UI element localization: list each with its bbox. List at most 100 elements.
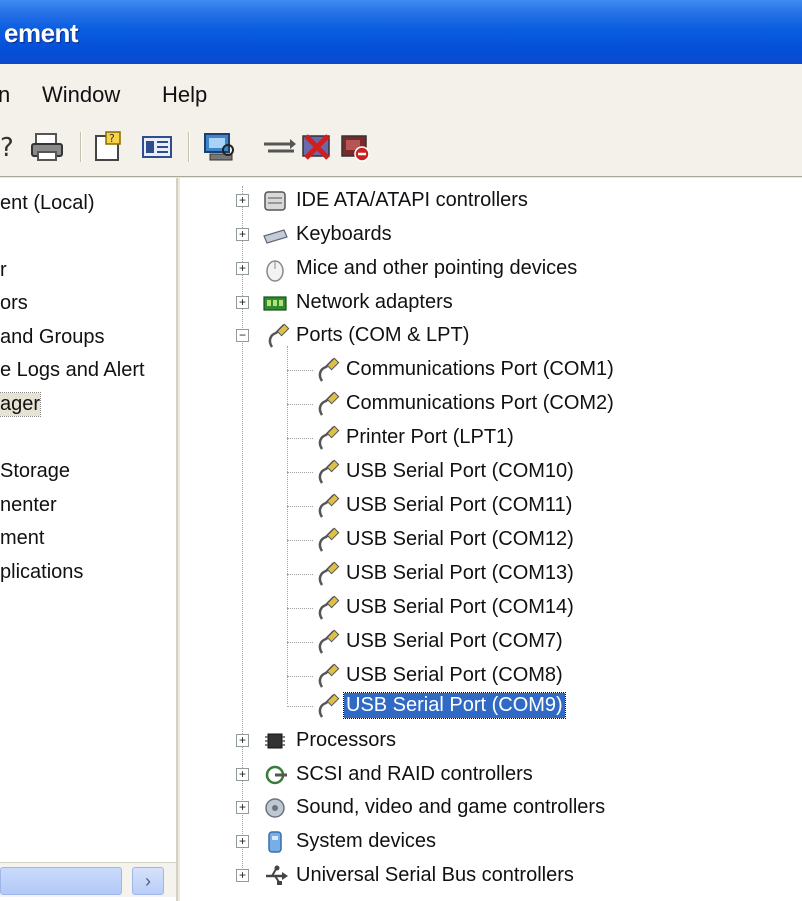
port-icon — [314, 391, 340, 417]
port-item-com13[interactable]: USB Serial Port (COM13) — [180, 559, 800, 589]
device-tree-pane: + IDE ATA/ATAPI controllers + Keyboards … — [180, 178, 802, 901]
port-icon — [314, 527, 340, 553]
sound-icon — [262, 795, 288, 821]
expand-icon[interactable]: + — [236, 262, 249, 275]
tree-row[interactable]: − Ports (COM & LPT) — [180, 321, 800, 351]
port-item-com7[interactable]: USB Serial Port (COM7) — [180, 627, 800, 657]
expand-icon[interactable]: + — [236, 869, 249, 882]
expand-icon[interactable]: + — [236, 734, 249, 747]
title-bar[interactable]: ement — [0, 0, 802, 64]
port-item-com8[interactable]: USB Serial Port (COM8) — [180, 661, 800, 691]
port-icon — [314, 693, 340, 719]
toolbar: ? ? — [0, 120, 802, 177]
tree-label: Network adapters — [296, 291, 453, 313]
port-icon — [314, 595, 340, 621]
menu-item-action[interactable]: n — [0, 82, 10, 108]
tree-label: Mice and other pointing devices — [296, 257, 578, 279]
network-adapter-icon — [262, 290, 288, 316]
port-item-com2[interactable]: Communications Port (COM2) — [180, 389, 800, 419]
tree-connector-line — [287, 370, 313, 371]
scroll-right-arrow-icon[interactable]: › — [132, 867, 164, 895]
keyboard-icon — [262, 222, 288, 248]
scan-hardware-icon[interactable] — [202, 130, 236, 164]
tree-row[interactable]: + Processors — [180, 726, 800, 756]
tree-row[interactable]: + Universal Serial Bus controllers — [180, 861, 800, 891]
console-tree-item[interactable]: r — [0, 259, 7, 282]
console-tree-item[interactable]: and Groups — [0, 326, 105, 349]
console-tree-item[interactable]: plications — [0, 561, 83, 584]
console-tree-pane: ent (Local) r ors and Groups e Logs and … — [0, 178, 178, 901]
tree-row[interactable]: + IDE ATA/ATAPI controllers — [180, 186, 800, 216]
tree-label: USB Serial Port (COM7) — [346, 630, 563, 652]
expand-icon[interactable]: + — [236, 835, 249, 848]
tree-row[interactable]: + Sound, video and game controllers — [180, 793, 800, 823]
uninstall-icon[interactable] — [300, 130, 334, 164]
port-icon — [314, 663, 340, 689]
ide-controller-icon — [262, 188, 288, 214]
tree-label: Communications Port (COM1) — [346, 358, 614, 380]
collapse-icon[interactable]: − — [236, 329, 249, 342]
tree-connector-line — [287, 574, 313, 575]
tree-connector-line — [287, 438, 313, 439]
console-tree-item[interactable]: ors — [0, 292, 28, 315]
tree-label: IDE ATA/ATAPI controllers — [296, 189, 528, 211]
scrollbar-thumb[interactable] — [0, 867, 122, 895]
port-icon — [314, 493, 340, 519]
port-icon — [314, 357, 340, 383]
console-tree-item[interactable]: ment — [0, 527, 44, 550]
window-title: ement — [4, 18, 79, 48]
expand-icon[interactable]: + — [236, 768, 249, 781]
port-item-lpt1[interactable]: Printer Port (LPT1) — [180, 423, 800, 453]
system-device-icon — [262, 829, 288, 855]
disable-icon[interactable] — [338, 130, 372, 164]
menu-bar: n Window Help — [0, 64, 802, 121]
console-tree-item[interactable]: Storage — [0, 460, 70, 483]
expand-icon[interactable]: + — [236, 801, 249, 814]
tree-label: SCSI and RAID controllers — [296, 763, 533, 785]
device-manager-window: ement n Window Help ? ? ent (Local) r or… — [0, 0, 802, 901]
tree-connector-line — [287, 506, 313, 507]
port-icon — [314, 561, 340, 587]
tree-connector-line — [287, 540, 313, 541]
properties-icon[interactable]: ? — [92, 130, 126, 164]
tree-row[interactable]: + System devices — [180, 827, 800, 857]
console-tree-item[interactable]: ent (Local) — [0, 192, 95, 215]
menu-item-help[interactable]: Help — [162, 82, 207, 108]
port-item-com9-selected[interactable]: USB Serial Port (COM9) — [180, 691, 800, 721]
expand-icon[interactable]: + — [236, 194, 249, 207]
tree-row[interactable]: + SCSI and RAID controllers — [180, 760, 800, 790]
tree-row[interactable]: + Network adapters — [180, 288, 800, 318]
port-icon — [264, 323, 290, 349]
toolbar-separator — [80, 132, 82, 162]
svg-text:?: ? — [0, 133, 14, 163]
tree-connector-line — [287, 676, 313, 677]
view-icon[interactable] — [140, 130, 174, 164]
tree-label: USB Serial Port (COM14) — [346, 596, 574, 618]
tree-label-selected: USB Serial Port (COM9) — [343, 692, 566, 719]
tree-row[interactable]: + Mice and other pointing devices — [180, 254, 800, 284]
tree-label: Ports (COM & LPT) — [296, 324, 470, 346]
mouse-icon — [262, 256, 288, 282]
port-icon — [314, 629, 340, 655]
tree-connector-line — [287, 642, 313, 643]
console-tree-item[interactable]: nenter — [0, 494, 57, 517]
port-icon — [314, 459, 340, 485]
tree-row[interactable]: + Keyboards — [180, 220, 800, 250]
help-icon[interactable]: ? — [0, 130, 14, 164]
tree-label: USB Serial Port (COM10) — [346, 460, 574, 482]
port-item-com12[interactable]: USB Serial Port (COM12) — [180, 525, 800, 555]
horizontal-scrollbar[interactable]: › — [0, 862, 176, 897]
update-driver-icon[interactable] — [262, 130, 296, 164]
console-tree-item-selected[interactable]: ager — [0, 392, 42, 417]
menu-item-window[interactable]: Window — [42, 82, 120, 108]
port-item-com10[interactable]: USB Serial Port (COM10) — [180, 457, 800, 487]
tree-connector-line — [287, 608, 313, 609]
console-tree-item[interactable]: e Logs and Alert — [0, 359, 145, 382]
port-item-com1[interactable]: Communications Port (COM1) — [180, 355, 800, 385]
print-icon[interactable] — [30, 130, 64, 164]
port-item-com11[interactable]: USB Serial Port (COM11) — [180, 491, 800, 521]
tree-label: USB Serial Port (COM8) — [346, 664, 563, 686]
expand-icon[interactable]: + — [236, 228, 249, 241]
port-item-com14[interactable]: USB Serial Port (COM14) — [180, 593, 800, 623]
expand-icon[interactable]: + — [236, 296, 249, 309]
